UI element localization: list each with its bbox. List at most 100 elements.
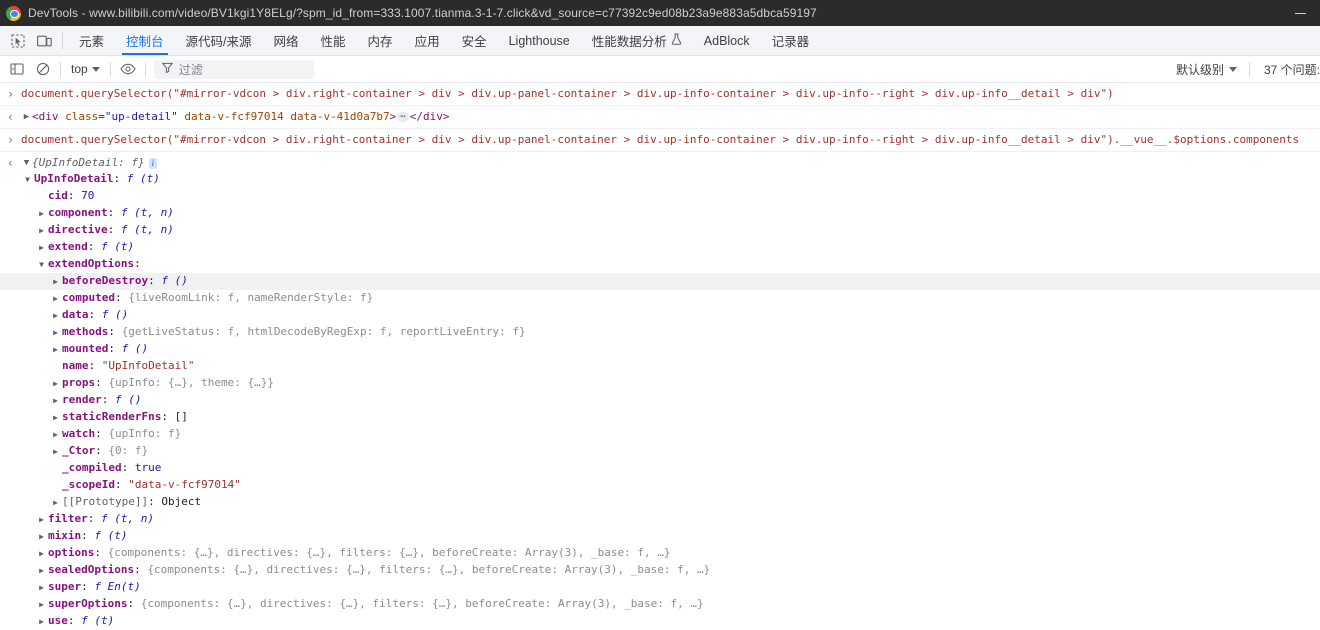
tree-node[interactable]: ▶ beforeDestroy: f () <box>0 273 1320 290</box>
expand-triangle-icon[interactable]: ▶ <box>49 427 62 443</box>
tree-node[interactable]: ▶ filter: f (t, n) <box>0 511 1320 528</box>
tab-console[interactable]: 控制台 <box>115 26 175 55</box>
tab-adblock[interactable]: AdBlock <box>693 26 761 55</box>
minimize-button[interactable] <box>1280 0 1320 26</box>
tree-node[interactable]: ▶ component: f (t, n) <box>0 205 1320 222</box>
expand-triangle-icon[interactable]: ▶ <box>35 614 48 630</box>
console-message-output-element[interactable]: ‹ ▶ <div class="up-detail" data-v-fcf9701… <box>0 106 1320 129</box>
expand-triangle-icon[interactable]: ▶ <box>21 109 32 125</box>
tree-node[interactable]: ▶name: "UpInfoDetail" <box>0 358 1320 375</box>
console-message-input[interactable]: › document.querySelector("#mirror-vdcon … <box>0 83 1320 106</box>
tab-security[interactable]: 安全 <box>451 26 498 55</box>
object-summary-row[interactable]: ‹ ▼ {UpInfoDetail: f} i <box>0 155 1320 171</box>
tree-node[interactable]: ▼ extendOptions: <box>0 256 1320 273</box>
expand-triangle-icon[interactable]: ▶ <box>35 563 48 579</box>
tree-node[interactable]: ▶ data: f () <box>0 307 1320 324</box>
log-level-selector[interactable]: 默认级别 <box>1168 61 1245 78</box>
tab-label: AdBlock <box>703 33 750 48</box>
tree-node[interactable]: ▶_scopeId: "data-v-fcf97014" <box>0 477 1320 494</box>
tree-node-key: extendOptions <box>48 257 135 270</box>
tree-node[interactable]: ▶ mounted: f () <box>0 341 1320 358</box>
tree-node[interactable]: ▶ use: f (t) <box>0 613 1320 630</box>
expand-triangle-icon[interactable]: ▶ <box>35 529 48 545</box>
tree-node[interactable]: ▶ methods: {getLiveStatus: f, htmlDecodeB… <box>0 324 1320 341</box>
expand-triangle-icon[interactable]: ▶ <box>49 393 62 409</box>
tree-node[interactable]: ▶ [[Prototype]]: Object <box>0 494 1320 511</box>
tree-node[interactable]: ▶ sealedOptions: {components: {…}, direct… <box>0 562 1320 579</box>
expand-triangle-icon[interactable]: ▶ <box>35 597 48 613</box>
tree-node[interactable]: ▶ _Ctor: {0: f} <box>0 443 1320 460</box>
tree-indent-spacer: ▶ <box>49 461 62 477</box>
tree-node-key: component <box>48 206 108 219</box>
tree-node[interactable]: ▶ options: {components: {…}, directives: … <box>0 545 1320 562</box>
expand-triangle-icon[interactable]: ▶ <box>49 274 62 290</box>
tree-node-key: super <box>48 580 82 593</box>
expand-triangle-icon[interactable]: ▶ <box>35 223 48 239</box>
tree-node[interactable]: ▶ super: f En(t) <box>0 579 1320 596</box>
tab-memory[interactable]: 内存 <box>357 26 404 55</box>
element-tag-close: </div> <box>409 110 450 123</box>
expand-triangle-icon[interactable]: ▶ <box>49 308 62 324</box>
collapse-triangle-icon[interactable]: ▼ <box>21 172 34 188</box>
tree-node[interactable]: ▶ computed: {liveRoomLink: f, nameRenderS… <box>0 290 1320 307</box>
tree-node[interactable]: ▶ superOptions: {components: {…}, directi… <box>0 596 1320 613</box>
collapse-triangle-icon[interactable]: ▼ <box>35 257 48 273</box>
tree-node[interactable]: ▶_compiled: true <box>0 460 1320 477</box>
tree-node[interactable]: ▶ extend: f (t) <box>0 239 1320 256</box>
filter-input[interactable]: 过滤 <box>153 59 314 79</box>
tab-performance[interactable]: 性能 <box>310 26 357 55</box>
expand-triangle-icon[interactable]: ▶ <box>35 206 48 222</box>
console-sidebar-icon[interactable] <box>4 56 30 82</box>
tab-performance-insights[interactable]: 性能数据分析 <box>581 26 693 55</box>
expand-triangle-icon[interactable]: ▶ <box>49 342 62 358</box>
tree-node[interactable]: ▶ props: {upInfo: {…}, theme: {…}} <box>0 375 1320 392</box>
expand-triangle-icon[interactable]: ▶ <box>35 580 48 596</box>
info-badge-icon[interactable]: i <box>148 157 158 169</box>
tab-application[interactable]: 应用 <box>404 26 451 55</box>
tab-label: 源代码/来源 <box>185 35 252 49</box>
tree-node[interactable]: ▼ UpInfoDetail: f (t) <box>0 171 1320 188</box>
execution-context-selector[interactable]: top <box>65 60 106 78</box>
console-output-element[interactable]: ▶ <div class="up-detail" data-v-fcf97014 … <box>21 109 1320 125</box>
expand-triangle-icon[interactable]: ▶ <box>49 410 62 426</box>
tree-node-value: {components: {…}, directives: {…}, filte… <box>147 563 711 576</box>
expand-triangle-icon[interactable]: ▶ <box>35 512 48 528</box>
expand-triangle-icon[interactable]: ▶ <box>49 325 62 341</box>
tab-recorder[interactable]: 记录器 <box>761 26 821 55</box>
console-message-output-object[interactable]: ‹ ▼ {UpInfoDetail: f} i ▼ UpInfoDetail: f (… <box>0 152 1320 630</box>
tree-node-separator: : <box>134 563 148 576</box>
expand-triangle-icon[interactable]: ▶ <box>49 291 62 307</box>
expand-triangle-icon[interactable]: ▶ <box>49 376 62 392</box>
tab-sources[interactable]: 源代码/来源 <box>175 26 263 55</box>
expand-triangle-icon[interactable]: ▶ <box>35 546 48 562</box>
expand-triangle-icon[interactable]: ▶ <box>49 444 62 460</box>
tree-node-value: f () <box>161 274 188 287</box>
tree-node[interactable]: ▶ mixin: f (t) <box>0 528 1320 545</box>
tree-node[interactable]: ▶ watch: {upInfo: f} <box>0 426 1320 443</box>
tree-node-key: _compiled <box>62 461 122 474</box>
tree-node[interactable]: ▶ directive: f (t, n) <box>0 222 1320 239</box>
collapse-triangle-icon[interactable]: ▼ <box>21 155 32 171</box>
flask-icon <box>671 33 682 48</box>
collapsed-children-badge[interactable]: ⋯ <box>397 112 409 122</box>
object-summary[interactable]: ▼ {UpInfoDetail: f} i <box>21 155 1320 171</box>
tab-lighthouse[interactable]: Lighthouse <box>498 26 581 55</box>
expand-triangle-icon[interactable]: ▶ <box>35 240 48 256</box>
expand-triangle-icon[interactable]: ▶ <box>49 495 62 511</box>
console-message-input[interactable]: › document.querySelector("#mirror-vdcon … <box>0 129 1320 152</box>
device-toolbar-icon[interactable] <box>31 26 58 55</box>
tree-node-key: _scopeId <box>62 478 115 491</box>
tree-node-value: {components: {…}, directives: {…}, filte… <box>140 597 704 610</box>
tab-elements[interactable]: 元素 <box>68 26 115 55</box>
window-title: DevTools - www.bilibili.com/video/BV1kgi… <box>28 6 817 20</box>
tree-node[interactable]: ▶cid: 70 <box>0 188 1320 205</box>
tree-node[interactable]: ▶ staticRenderFns: [] <box>0 409 1320 426</box>
tab-network[interactable]: 网络 <box>263 26 310 55</box>
live-expression-eye-icon[interactable] <box>115 56 141 82</box>
issues-counter[interactable]: 37 个问题: <box>1254 61 1320 78</box>
tree-node-value: f (t, n) <box>101 512 154 525</box>
tree-node[interactable]: ▶ render: f () <box>0 392 1320 409</box>
tree-node-key: name <box>62 359 89 372</box>
clear-console-icon[interactable] <box>30 56 56 82</box>
inspect-element-icon[interactable] <box>4 26 31 55</box>
